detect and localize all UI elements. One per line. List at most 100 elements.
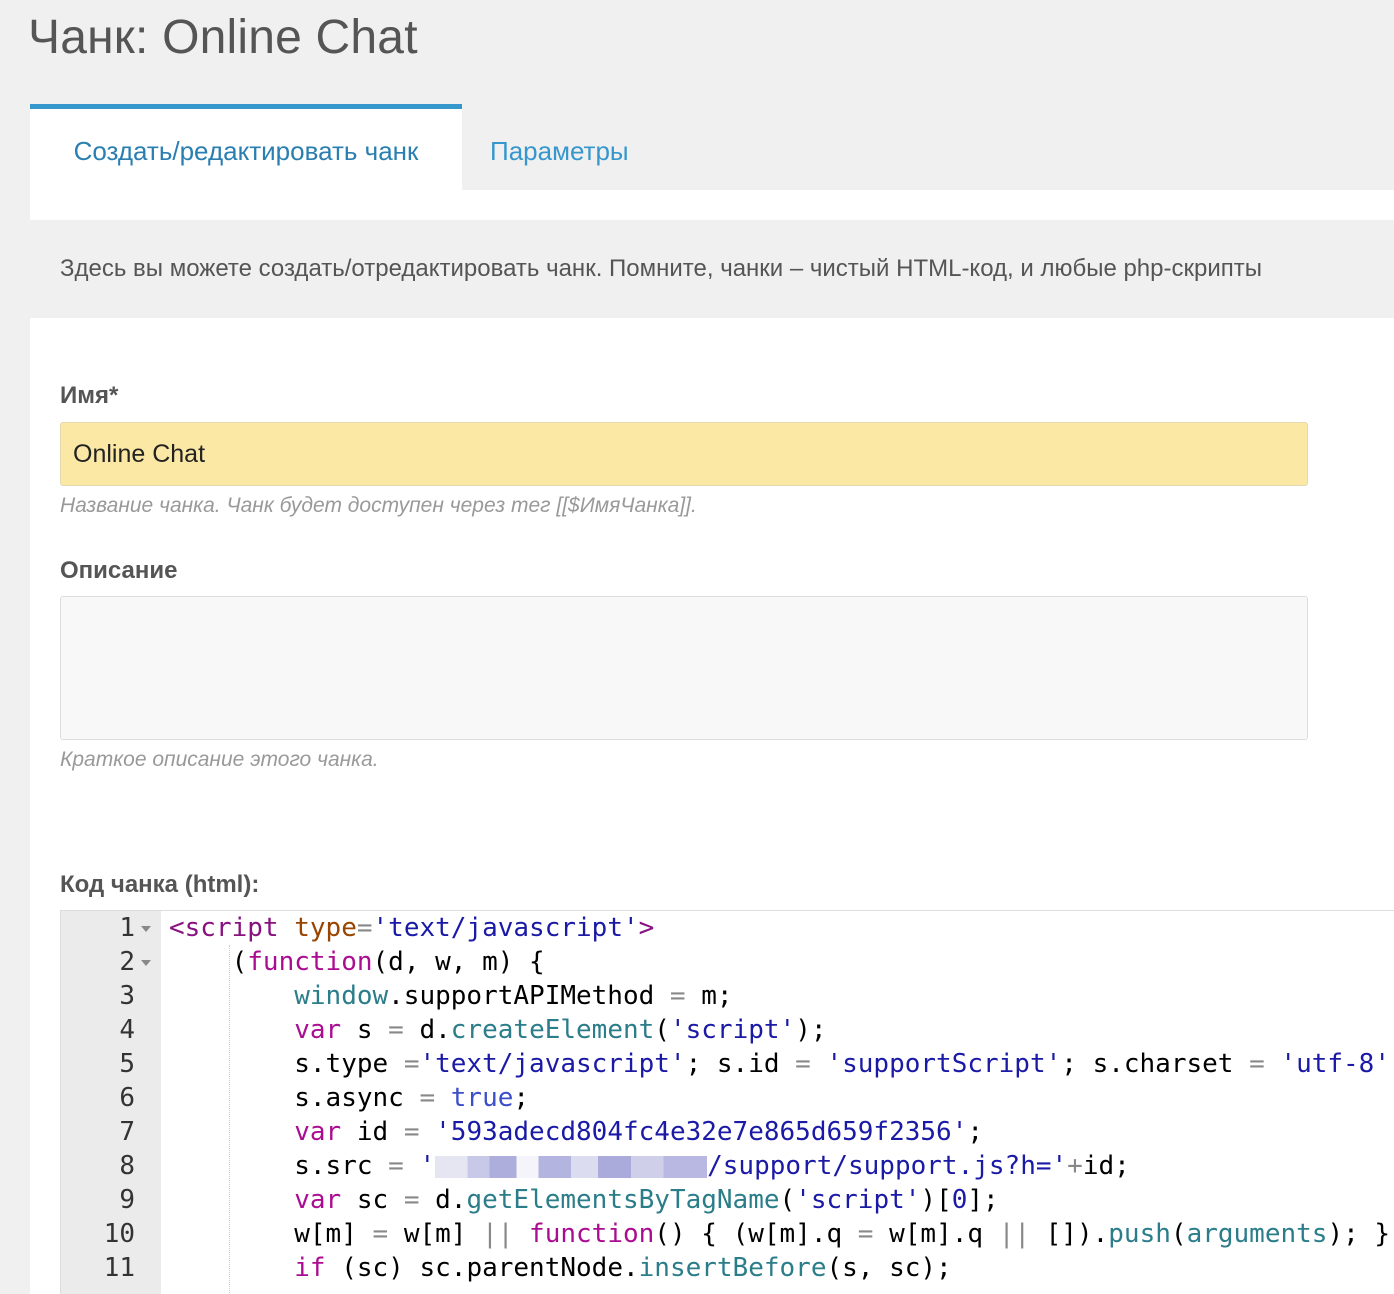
code-token: d.: [403, 1015, 451, 1045]
code-token: =: [372, 1219, 389, 1249]
code-token: (: [231, 947, 248, 977]
code-token: =: [388, 1015, 404, 1045]
code-line: s.async = true;: [169, 1081, 529, 1115]
line-number: 1: [119, 913, 135, 943]
line-number: 3: [119, 981, 135, 1011]
name-input[interactable]: Online Chat: [60, 422, 1308, 486]
code-token: id: [341, 1117, 404, 1147]
code-token: <script: [169, 913, 279, 943]
code-line: var sc = d.getElementsByTagName('script'…: [169, 1183, 999, 1217]
redacted-domain: [435, 1155, 708, 1178]
code-token: ); };: [1327, 1219, 1394, 1249]
code-token: (s, sc);: [826, 1253, 952, 1283]
code-line: w[m] = w[m] || function() { (w[m].q = w[…: [169, 1217, 1394, 1251]
code-token: (: [654, 1015, 670, 1045]
line-number: 10: [103, 1219, 135, 1249]
description-textarea[interactable]: [60, 596, 1308, 740]
code-token: ; s.id: [685, 1049, 796, 1079]
code-token: arguments: [1186, 1219, 1328, 1249]
code-line: var id = '593adecd804fc4e32e7e865d659f23…: [169, 1115, 983, 1149]
code-token: []).: [1030, 1219, 1109, 1249]
code-token: true: [435, 1083, 514, 1113]
fold-arrow-icon[interactable]: [141, 926, 151, 932]
line-number: 2: [119, 947, 135, 977]
fold-arrow-icon[interactable]: [141, 960, 151, 966]
code-token: =: [857, 1219, 874, 1249]
code-token: m;: [685, 981, 733, 1011]
line-number: 6: [119, 1083, 135, 1113]
code-token: w[m].q: [873, 1219, 999, 1249]
code-token: sc: [341, 1185, 404, 1215]
code-line: s.src = ' /support/support.js?h='+id;: [169, 1149, 1130, 1183]
code-token: /support/support.js?h=': [707, 1151, 1068, 1181]
line-number: 5: [119, 1049, 135, 1079]
code-token: =: [795, 1049, 811, 1079]
tab-create-edit-chunk[interactable]: Создать/редактировать чанк: [30, 104, 462, 190]
code-token: (sc) sc.: [325, 1253, 467, 1283]
code-label: Код чанка (html):: [60, 871, 260, 898]
code-token: ; s.charset: [1061, 1049, 1250, 1079]
code-token: 'utf-8': [1264, 1049, 1390, 1079]
code-line: (function(d, w, m) {: [169, 945, 545, 979]
code-token: var: [294, 1185, 342, 1215]
code-token: =: [388, 1151, 404, 1181]
code-token: type: [294, 913, 357, 943]
code-token: getElementsByTagName: [466, 1185, 780, 1215]
code-token: (: [779, 1185, 796, 1215]
code-token: ;: [967, 1117, 984, 1147]
line-number: 4: [119, 1015, 135, 1045]
code-token: s.src: [294, 1151, 389, 1181]
code-token: ||: [998, 1219, 1030, 1249]
code-token: ||: [482, 1219, 514, 1249]
line-number: 9: [119, 1185, 135, 1215]
code-token: ;: [1390, 1049, 1394, 1079]
code-token: .: [622, 1253, 639, 1283]
code-token: (d, w, m) {: [372, 947, 545, 977]
code-token: if: [294, 1253, 326, 1283]
code-token: 0: [951, 1185, 968, 1215]
line-number: 11: [103, 1253, 135, 1283]
code-token: +: [1067, 1151, 1083, 1181]
tab-bar: Создать/редактировать чанк Параметры: [30, 104, 1394, 190]
code-token: window: [294, 981, 389, 1011]
code-token: 'text/javascript': [372, 913, 639, 943]
code-token: );: [795, 1015, 827, 1045]
code-token: )[: [920, 1185, 952, 1215]
code-token: 'script': [669, 1015, 796, 1045]
code-token: =: [403, 1185, 420, 1215]
code-token: function: [513, 1219, 655, 1249]
code-token: s: [341, 1015, 389, 1045]
code-token: '593adecd804fc4e32e7e865d659f2356': [419, 1117, 968, 1147]
code-token: d.: [419, 1185, 467, 1215]
name-label: Имя*: [60, 382, 119, 409]
code-token: w[m]: [294, 1219, 373, 1249]
code-token: var: [294, 1015, 342, 1045]
code-token: function: [247, 947, 373, 977]
code-token: 'supportScript': [810, 1049, 1062, 1079]
tab-parameters[interactable]: Параметры: [490, 104, 629, 190]
code-line: if (sc) sc.parentNode.insertBefore(s, sc…: [169, 1251, 952, 1285]
code-token: =: [356, 913, 373, 943]
code-token: =: [403, 1117, 420, 1147]
code-token: s.async: [294, 1083, 420, 1113]
name-hint: Название чанка. Чанк будет доступен чере…: [60, 494, 697, 517]
code-token: 'script': [795, 1185, 921, 1215]
code-token: push: [1108, 1219, 1171, 1249]
line-number-gutter: 1 2 3 4 5 6 7 8 9 10 11: [61, 911, 161, 1294]
code-token: s.type: [294, 1049, 404, 1079]
code-editor[interactable]: 1 2 3 4 5 6 7 8 9 10 11 <script type='te…: [60, 910, 1394, 1294]
code-token: =: [669, 981, 686, 1011]
code-token: () { (w[m].q: [654, 1219, 858, 1249]
intro-text: Здесь вы можете создать/отредактировать …: [30, 220, 1394, 318]
code-line: <script type='text/javascript'>: [169, 911, 654, 945]
code-token: >: [638, 913, 655, 943]
code-line: window.supportAPIMethod = m;: [169, 979, 733, 1013]
code-token: =: [419, 1083, 436, 1113]
code-token: ': [403, 1151, 436, 1181]
code-token: (: [1170, 1219, 1187, 1249]
code-token: ];: [967, 1185, 999, 1215]
description-label: Описание: [60, 557, 178, 584]
code-token: 'text/javascript': [419, 1049, 686, 1079]
edit-panel: Здесь вы можете создать/отредактировать …: [30, 190, 1394, 1294]
code-token: createElement: [450, 1015, 655, 1045]
